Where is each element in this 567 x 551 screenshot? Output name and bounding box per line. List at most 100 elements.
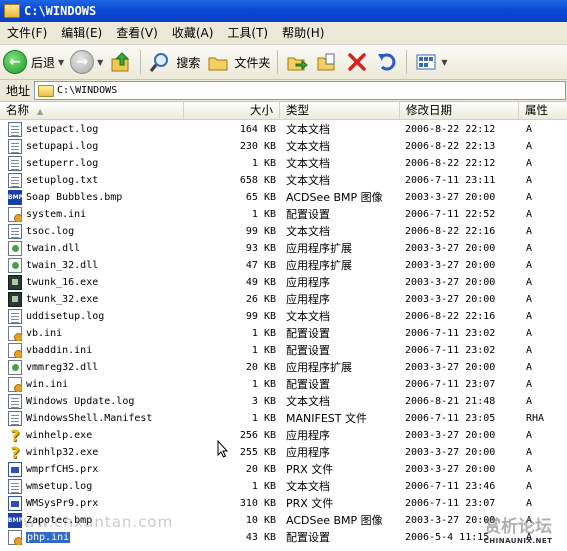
menu-file[interactable]: 文件(F) [0,22,54,44]
file-modified-text: 2003-3-27 20:00 [405,277,496,288]
file-row[interactable]: ? winhlp32.exe 255 KB 应用程序 2003-3-27 20:00 A [0,444,567,461]
file-row[interactable]: WindowsShell.Manifest 1 KB MANIFEST 文件 2006… [0,410,567,427]
chevron-down-icon[interactable]: ▼ [441,58,447,67]
views-button[interactable]: ▼ [411,47,450,77]
file-row[interactable]: Windows Update.log 3 KB 文本文档 2006-8-21 21:4… [0,393,567,410]
file-modified: 2006-7-11 23:11 [405,172,517,189]
file-row[interactable]: tsoc.log 99 KB 文本文档 2006-8-22 22:16 A [0,223,567,240]
toolbar-separator [140,50,142,74]
forward-button[interactable]: → ▼ [67,47,106,77]
file-modified: 2006-8-22 22:16 [405,223,517,240]
file-row[interactable]: uddisetup.log 99 KB 文本文档 2006-8-22 22:16 A [0,308,567,325]
file-size: 20 KB [184,359,276,376]
file-row[interactable]: twain_32.dll 47 KB 应用程序扩展 2003-3-27 20:00 A [0,257,567,274]
file-row[interactable]: setupapi.log 230 KB 文本文档 2006-8-22 22:13 A [0,138,567,155]
file-row[interactable]: vmmreg32.dll 20 KB 应用程序扩展 2003-3-27 20:00 A [0,359,567,376]
file-row[interactable]: vbaddin.ini 1 KB 配置设置 2006-7-11 23:02 A [0,342,567,359]
chevron-down-icon[interactable]: ▼ [58,58,64,67]
search-button[interactable]: 搜索 [145,47,203,77]
delete-button[interactable] [342,47,372,77]
column-attr-header[interactable]: 属性 [519,102,567,119]
title-bar[interactable]: C:\WINDOWS [0,0,567,22]
toolbar-separator [406,50,408,74]
column-name-header[interactable]: 名称 ▲ [0,102,184,119]
file-row[interactable]: setuperr.log 1 KB 文本文档 2006-8-22 22:12 A [0,155,567,172]
file-row[interactable]: system.ini 1 KB 配置设置 2006-7-11 22:52 A [0,206,567,223]
file-row[interactable]: setupact.log 164 KB 文本文档 2006-8-22 22:12 A [0,121,567,138]
file-size: 26 KB [184,291,276,308]
file-type: ACDSee BMP 图像 [286,189,400,206]
folder-icon [38,84,55,97]
column-modified-header[interactable]: 修改日期 [400,102,519,119]
menu-view[interactable]: 查看(V) [109,22,165,44]
menu-tools[interactable]: 工具(T) [220,22,275,44]
file-type: 应用程序扩展 [286,240,400,257]
sort-arrow-icon: ▲ [37,107,44,116]
file-name-text: setuperr.log [26,158,99,169]
file-modified-text: 2003-3-27 20:00 [405,447,496,458]
file-attr: A [526,189,566,206]
file-attr-text: A [526,175,533,186]
file-row[interactable]: win.ini 1 KB 配置设置 2006-7-11 23:07 A [0,376,567,393]
file-attr-text: A [526,294,533,305]
file-row[interactable]: twain.dll 93 KB 应用程序扩展 2003-3-27 20:00 A [0,240,567,257]
up-folder-button[interactable] [106,47,136,77]
file-type: 配置设置 [286,529,400,546]
file-size-text: 3 KB [251,396,276,407]
file-row[interactable]: vb.ini 1 KB 配置设置 2006-7-11 23:02 A [0,325,567,342]
file-name: WindowsShell.Manifest [26,410,181,427]
file-attr-text: A [526,277,533,288]
file-modified: 2003-3-27 20:00 [405,291,517,308]
file-list[interactable]: 名称 ▲ 大小 类型 修改日期 属性 setupact.log 164 KB 文本文档… [0,102,567,551]
file-type: 配置设置 [286,325,400,342]
file-size-text: 1 KB [251,413,276,424]
copy-to-button[interactable] [312,47,342,77]
file-size-text: 65 KB [245,192,276,203]
file-row[interactable]: setuplog.txt 658 KB 文本文档 2006-7-11 23:11 A [0,172,567,189]
menu-help[interactable]: 帮助(H) [275,22,331,44]
file-size-text: 93 KB [245,243,276,254]
column-type-header[interactable]: 类型 [280,102,400,119]
file-modified: 2003-3-27 20:00 [405,257,517,274]
file-type-text: 配置设置 [286,531,330,544]
help-file-icon: ? [10,445,20,460]
file-attr-text: A [526,209,533,220]
folders-button[interactable]: 文件夹 [203,47,273,77]
menu-favorites[interactable]: 收藏(A) [165,22,221,44]
file-type: 文本文档 [286,121,400,138]
file-name-text: php.ini [26,532,71,543]
file-row[interactable]: wmsetup.log 1 KB 文本文档 2006-7-11 23:46 A [0,478,567,495]
column-size-header[interactable]: 大小 [184,102,280,119]
file-modified: 2006-7-11 23:02 [405,325,517,342]
forward-arrow-icon: → [70,50,95,74]
file-modified-text: 2006-8-22 22:12 [405,158,496,169]
file-size: 10 KB [184,512,276,529]
file-row[interactable]: ? winhelp.exe 256 KB 应用程序 2003-3-27 20:00 A [0,427,567,444]
file-size-text: 164 KB [239,124,276,135]
folders-icon [206,50,230,74]
file-row[interactable]: BMP Soap Bubbles.bmp 65 KB ACDSee BMP 图像 200… [0,189,567,206]
file-size: 255 KB [184,444,276,461]
file-attr-text: A [526,481,533,492]
file-row[interactable]: wmprfCHS.prx 20 KB PRX 文件 2003-3-27 20:00 A [0,461,567,478]
file-row[interactable]: twunk_32.exe 26 KB 应用程序 2003-3-27 20:00 A [0,291,567,308]
undo-button[interactable] [372,47,402,77]
file-size: 658 KB [184,172,276,189]
address-input[interactable]: C:\WINDOWS [34,81,566,100]
move-to-button[interactable] [282,47,312,77]
menu-edit[interactable]: 编辑(E) [54,22,109,44]
file-size: 20 KB [184,461,276,478]
file-name-text: vb.ini [26,328,63,339]
help-file-icon: ? [10,428,20,443]
file-row[interactable]: WMSysPr9.prx 310 KB PRX 文件 2006-7-11 23:07 A [0,495,567,512]
chevron-down-icon[interactable]: ▼ [97,58,103,67]
file-attr-text: A [526,396,533,407]
file-icon-cell [8,326,22,341]
file-row[interactable]: twunk_16.exe 49 KB 应用程序 2003-3-27 20:00 A [0,274,567,291]
back-button[interactable]: ← 后退 ▼ [0,47,67,77]
file-size-text: 1 KB [251,345,276,356]
file-type: 应用程序 [286,291,400,308]
file-icon-cell: ? [8,428,22,443]
toolbar-separator [277,50,279,74]
file-size: 65 KB [184,189,276,206]
